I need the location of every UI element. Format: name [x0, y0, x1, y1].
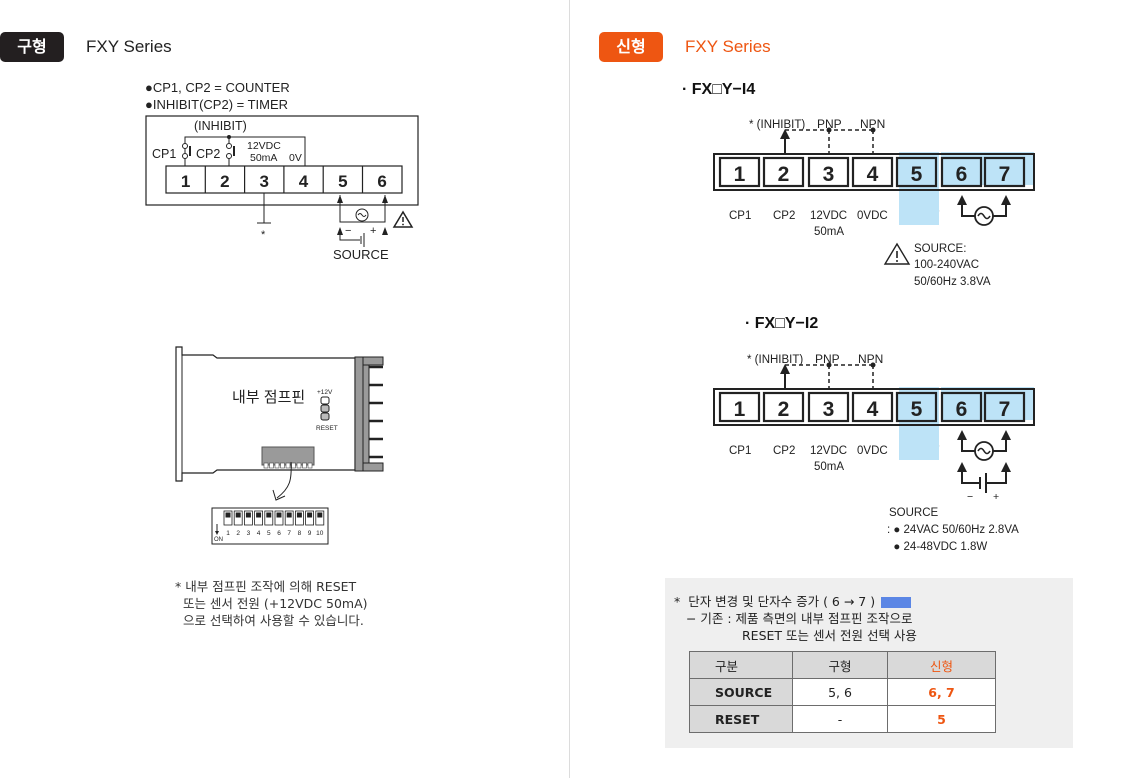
row-new-value: 6, 7	[887, 678, 996, 706]
row-old-value: -	[792, 705, 888, 733]
terminal-number: 4	[867, 163, 879, 186]
0vdc-label: 0VDC	[857, 210, 888, 222]
terminal-number: 1	[734, 398, 746, 421]
header-old: 구형	[792, 651, 888, 679]
terminal-number: 6	[956, 163, 968, 186]
terminal-number: 4	[867, 398, 879, 421]
table-row: RESET - 5	[689, 705, 996, 733]
12vdc-label: 12VDC	[810, 210, 847, 222]
source-line: 100-240VAC	[914, 259, 979, 271]
minus-sign: −	[967, 491, 973, 503]
0vdc-label: 0VDC	[857, 445, 888, 457]
info-line-3: RESET 또는 센서 전원 선택 사용	[742, 628, 917, 643]
12vdc-label: 12VDC	[810, 445, 847, 457]
source-line: SOURCE	[889, 507, 939, 519]
terminal-number: 5	[911, 163, 923, 186]
warning-icon	[883, 242, 911, 265]
source-line: 50/60Hz 3.8VA	[914, 276, 991, 288]
row-new-value: 5	[887, 705, 996, 733]
row-label: RESET	[689, 705, 793, 733]
cp1-label: CP1	[729, 210, 751, 222]
blue-color-swatch	[881, 597, 912, 608]
terminal-number: 1	[734, 163, 746, 186]
50ma-label: 50mA	[814, 461, 844, 473]
table-row: SOURCE 5, 6 6, 7	[689, 678, 996, 706]
terminal-number: 3	[823, 163, 835, 186]
info-text: * 단자 변경 및 단자수 증가 ( 6 → 7 )	[674, 594, 876, 609]
model-i2-diagram: * (INHIBIT) PNP NPN CP1 CP2 12VDC 0VDC R…	[713, 352, 1035, 553]
terminal-number: 6	[956, 398, 968, 421]
header-new: 신형	[887, 651, 996, 679]
row-label: SOURCE	[689, 678, 793, 706]
npn-label: NPN	[858, 352, 883, 366]
cp2-label: CP2	[773, 210, 795, 222]
source-line: : ● 24VAC 50/60Hz 2.8VA	[887, 524, 1019, 536]
terminal-number: 3	[823, 398, 835, 421]
terminal-number: 7	[999, 163, 1011, 186]
terminal-number: 2	[778, 163, 790, 186]
model-i4-diagram: * (INHIBIT) PNP NPN CP1 CP2 12VDC 0VDC R…	[713, 117, 1035, 288]
table-header-row: 구분 구형 신형	[689, 651, 996, 679]
plus-sign: +	[993, 491, 999, 503]
source-line: ● 24-48VDC 1.8W	[887, 541, 987, 553]
header-category: 구분	[689, 651, 793, 679]
terminal-number: 2	[778, 398, 790, 421]
cp1-label: CP1	[729, 445, 751, 457]
terminal-number: 7	[999, 398, 1011, 421]
inhibit-label: * (INHIBIT)	[749, 119, 805, 131]
inhibit-label: * (INHIBIT)	[747, 354, 803, 366]
cp2-label: CP2	[773, 445, 795, 457]
source-line: SOURCE:	[914, 243, 966, 255]
row-old-value: 5, 6	[792, 678, 888, 706]
comparison-table: 구분 구형 신형 SOURCE 5, 6 6, 7 RESET - 5	[689, 651, 996, 733]
50ma-label: 50mA	[814, 226, 844, 238]
terminal-number: 5	[911, 398, 923, 421]
